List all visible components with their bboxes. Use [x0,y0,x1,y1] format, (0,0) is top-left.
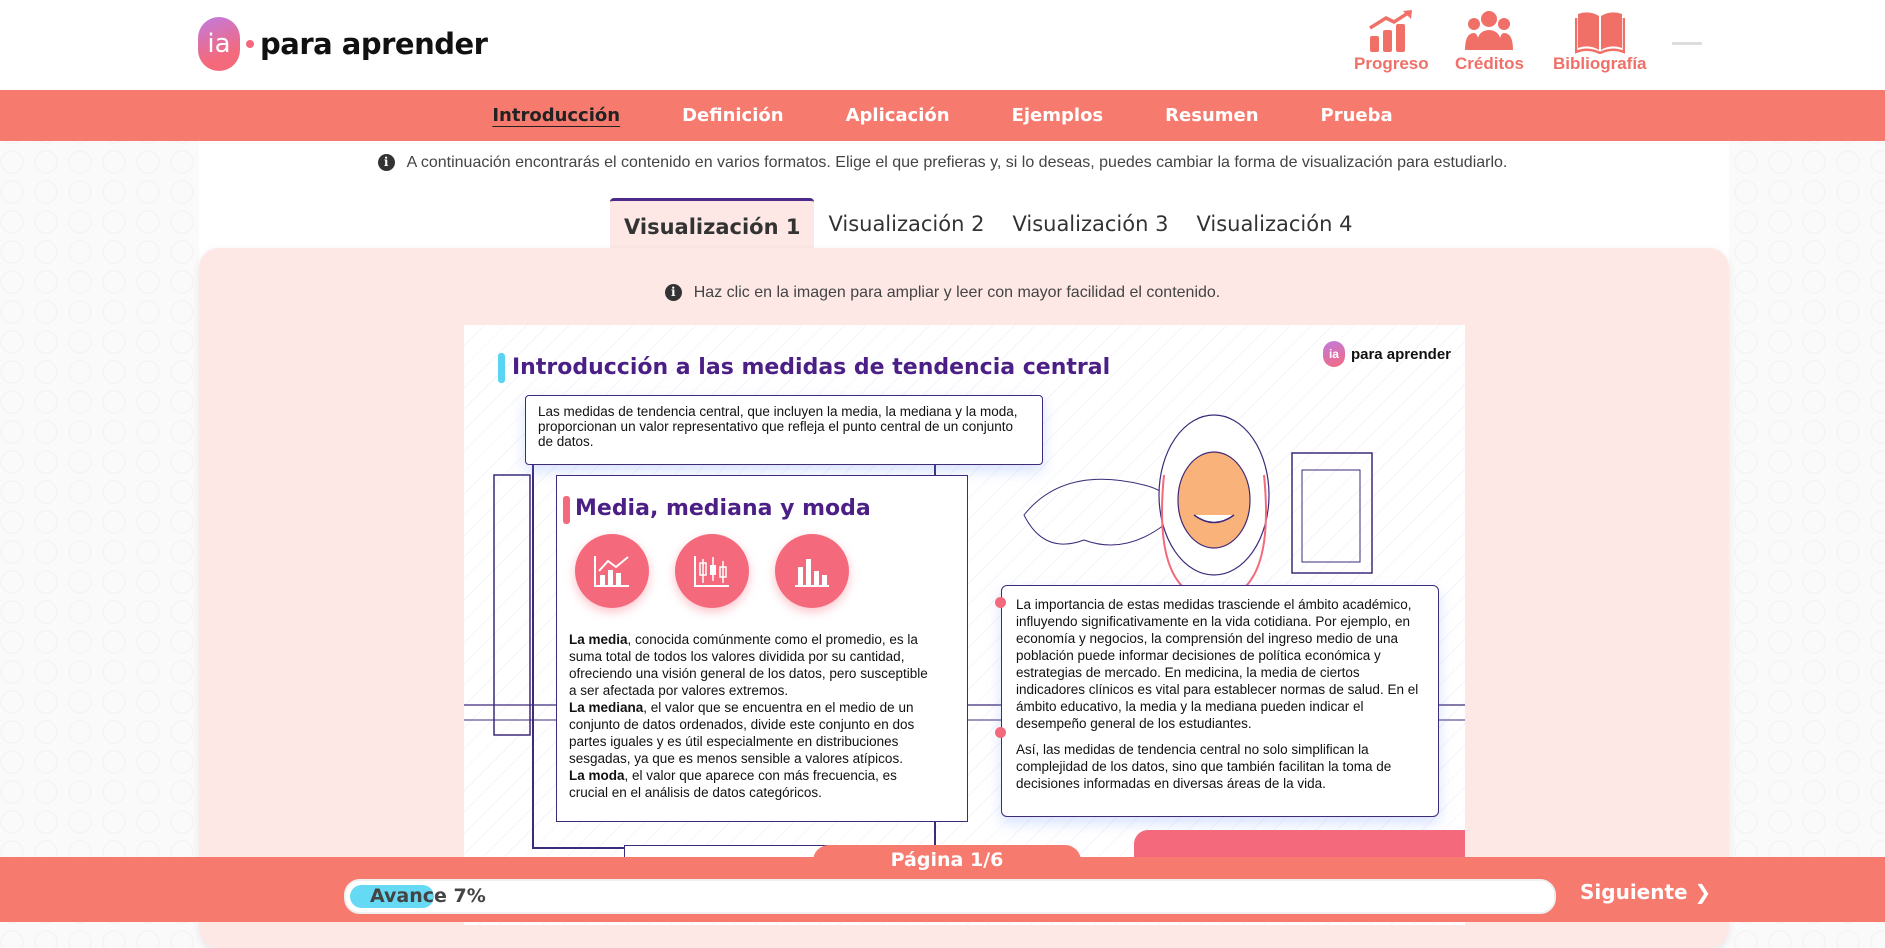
nav-ejemplos[interactable]: Ejemplos [1012,105,1104,126]
panel-info-text: Haz clic en la imagen para ampliar y lee… [693,284,1221,301]
mediana-term: La mediana [569,700,644,715]
candlestick-icon [675,534,749,608]
nav-resumen[interactable]: Resumen [1165,105,1258,126]
header-nav-bibliografia[interactable]: Bibliografía [1553,8,1647,74]
people-icon [1465,11,1514,50]
header-nav-label: Progreso [1354,54,1429,73]
tab-visualizacion-4[interactable]: Visualización 4 [1182,198,1366,248]
info-icon: i [664,284,682,301]
logo-badge: ia [198,17,240,71]
format-info: i A continuación encontrarás el contenido… [0,154,1885,172]
header-nav-progreso[interactable]: Progreso [1354,8,1429,74]
chart-up-icon [1369,10,1413,52]
visualization-tabs: Visualización 1 Visualización 2 Visualiz… [610,198,1366,251]
brand-logo[interactable]: ia para aprender [198,17,488,71]
media-term: La media [569,632,628,647]
info-icon: i [377,154,395,171]
bullet-dot [995,727,1006,738]
format-info-text: A continuación encontrarás el contenido … [406,154,1508,171]
panel-info: i Haz clic en la imagen para ampliar y le… [0,284,1885,302]
bullet-dot [995,597,1006,608]
line-chart-icon [575,534,649,608]
conclusion-text: Así, las medidas de tendencia central no… [1016,742,1392,791]
nav-introduccion[interactable]: Introducción [492,105,620,126]
top-header: ia para aprender Progreso Créditos Bibli… [0,0,1885,90]
infographic-logo-text: para aprender [1350,345,1451,363]
header-nav-label: Bibliografía [1553,54,1647,73]
infographic-title: Introducción a las medidas de tendencia … [497,353,1111,383]
logo-dot [246,40,254,48]
importance-text: La importancia de estas medidas trascien… [1016,597,1419,731]
infographic-logo-badge: ia [1322,341,1345,367]
nav-aplicacion[interactable]: Aplicación [846,105,950,126]
bar-chart-icon [775,534,849,608]
page-indicator: Página 1/6 [813,845,1081,875]
measures-text: La media, conocida comúnmente como el pr… [569,631,935,801]
menu-toggle[interactable] [1672,42,1702,45]
section-nav: Introducción Definición Aplicación Ejemp… [0,90,1885,141]
book-icon [1574,12,1625,54]
header-nav-creditos[interactable]: Créditos [1455,8,1524,74]
progress-label: Avance 7% [370,885,486,907]
tab-visualizacion-2[interactable]: Visualización 2 [814,198,998,248]
header-nav-label: Créditos [1455,54,1524,73]
logo-text: para aprender [260,27,488,61]
tab-visualizacion-1[interactable]: Visualización 1 [610,198,815,251]
intro-box: Las medidas de tendencia central, que in… [525,395,1043,465]
nav-definicion[interactable]: Definición [682,105,784,126]
measures-box: Media, mediana y moda La media, conocida… [556,475,968,822]
importance-box: La importancia de estas medidas trascien… [1001,585,1439,817]
progress-bar: Avance 7% [344,879,1556,914]
infographic-image[interactable]: Introducción a las medidas de tendencia … [464,325,1465,925]
moda-term: La moda [569,768,625,783]
measures-subtitle: Media, mediana y moda [563,496,871,524]
infographic-logo: ia para aprender [1322,341,1451,367]
nav-prueba[interactable]: Prueba [1321,105,1393,126]
tab-visualizacion-3[interactable]: Visualización 3 [998,198,1182,248]
next-button[interactable]: Siguiente ❯ [1580,880,1711,904]
